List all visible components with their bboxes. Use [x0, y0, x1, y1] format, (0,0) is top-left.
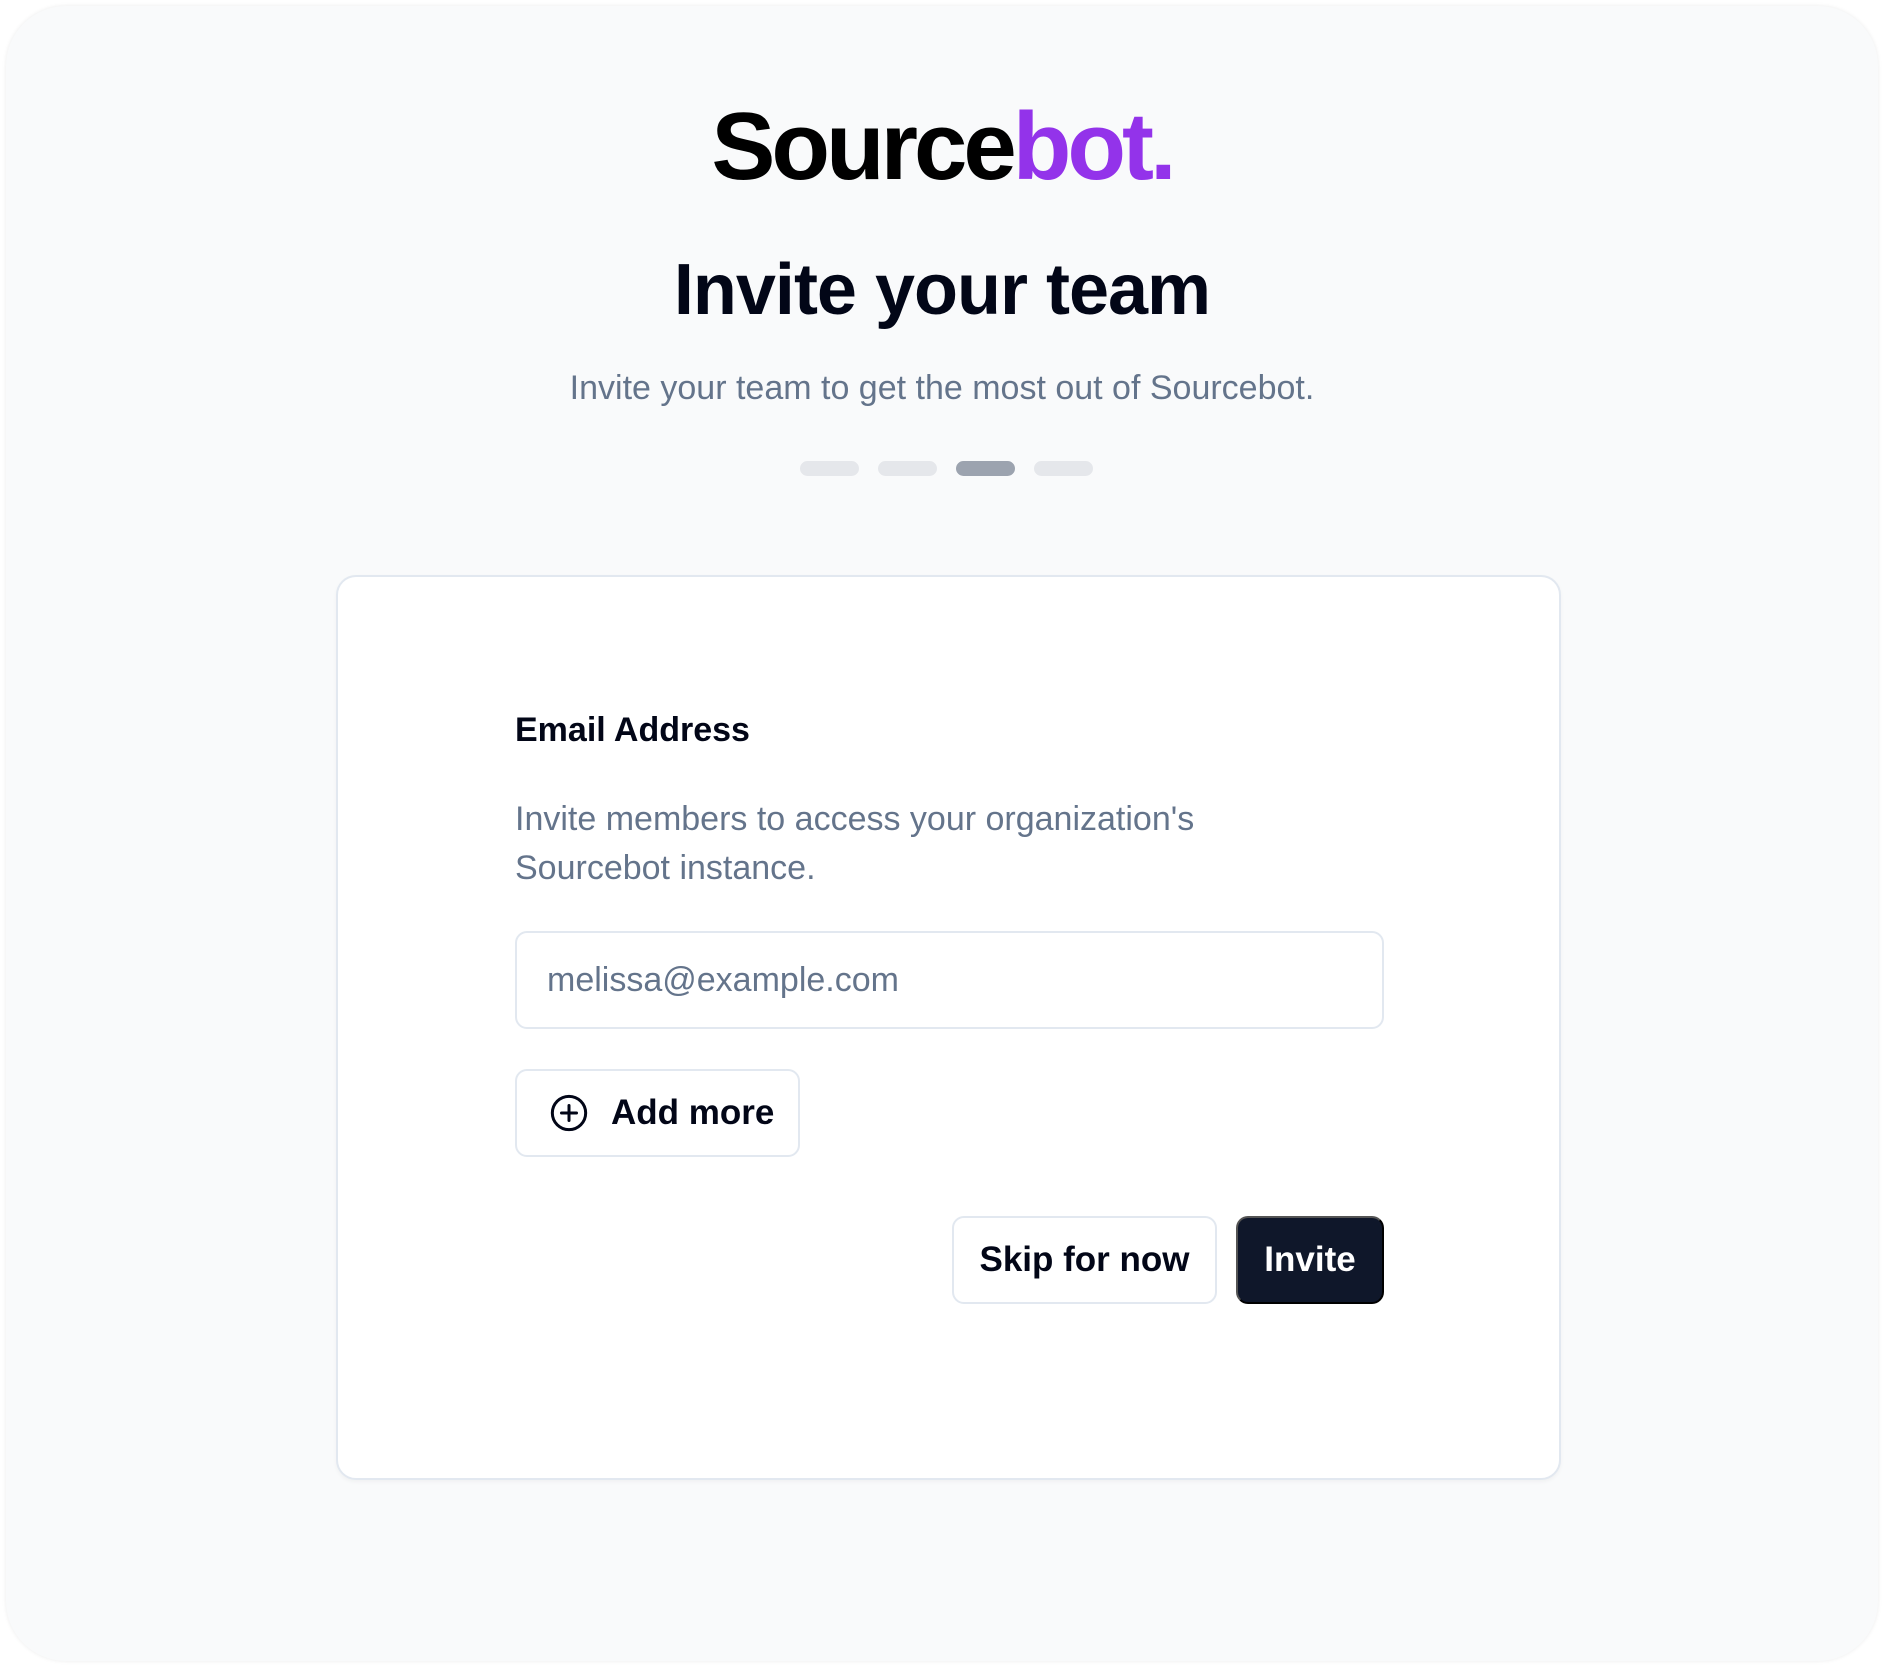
progress-step-4 [1034, 461, 1093, 476]
page-subtitle: Invite your team to get the most out of … [569, 369, 1315, 407]
invite-card: Email Address Invite members to access y… [336, 575, 1561, 1480]
email-address-label: Email Address [515, 711, 750, 749]
skip-for-now-button[interactable]: Skip for now [952, 1216, 1217, 1304]
page-title: Invite your team [673, 250, 1211, 330]
sourcebot-logo: Sourcebot. [0, 92, 1884, 202]
add-more-button[interactable]: Add more [515, 1069, 800, 1157]
add-more-label: Add more [611, 1093, 775, 1132]
progress-step-3-current [956, 461, 1015, 476]
progress-step-1 [800, 461, 859, 476]
invite-button[interactable]: Invite [1236, 1216, 1384, 1304]
logo-text-accent: bot. [1012, 93, 1177, 200]
logo-text-primary: Source [711, 93, 1016, 200]
progress-step-2 [878, 461, 937, 476]
email-address-description: Invite members to access your organizati… [515, 800, 1195, 887]
onboarding-progress [800, 461, 1093, 476]
email-input[interactable] [515, 931, 1384, 1029]
plus-circle-icon [549, 1093, 589, 1133]
